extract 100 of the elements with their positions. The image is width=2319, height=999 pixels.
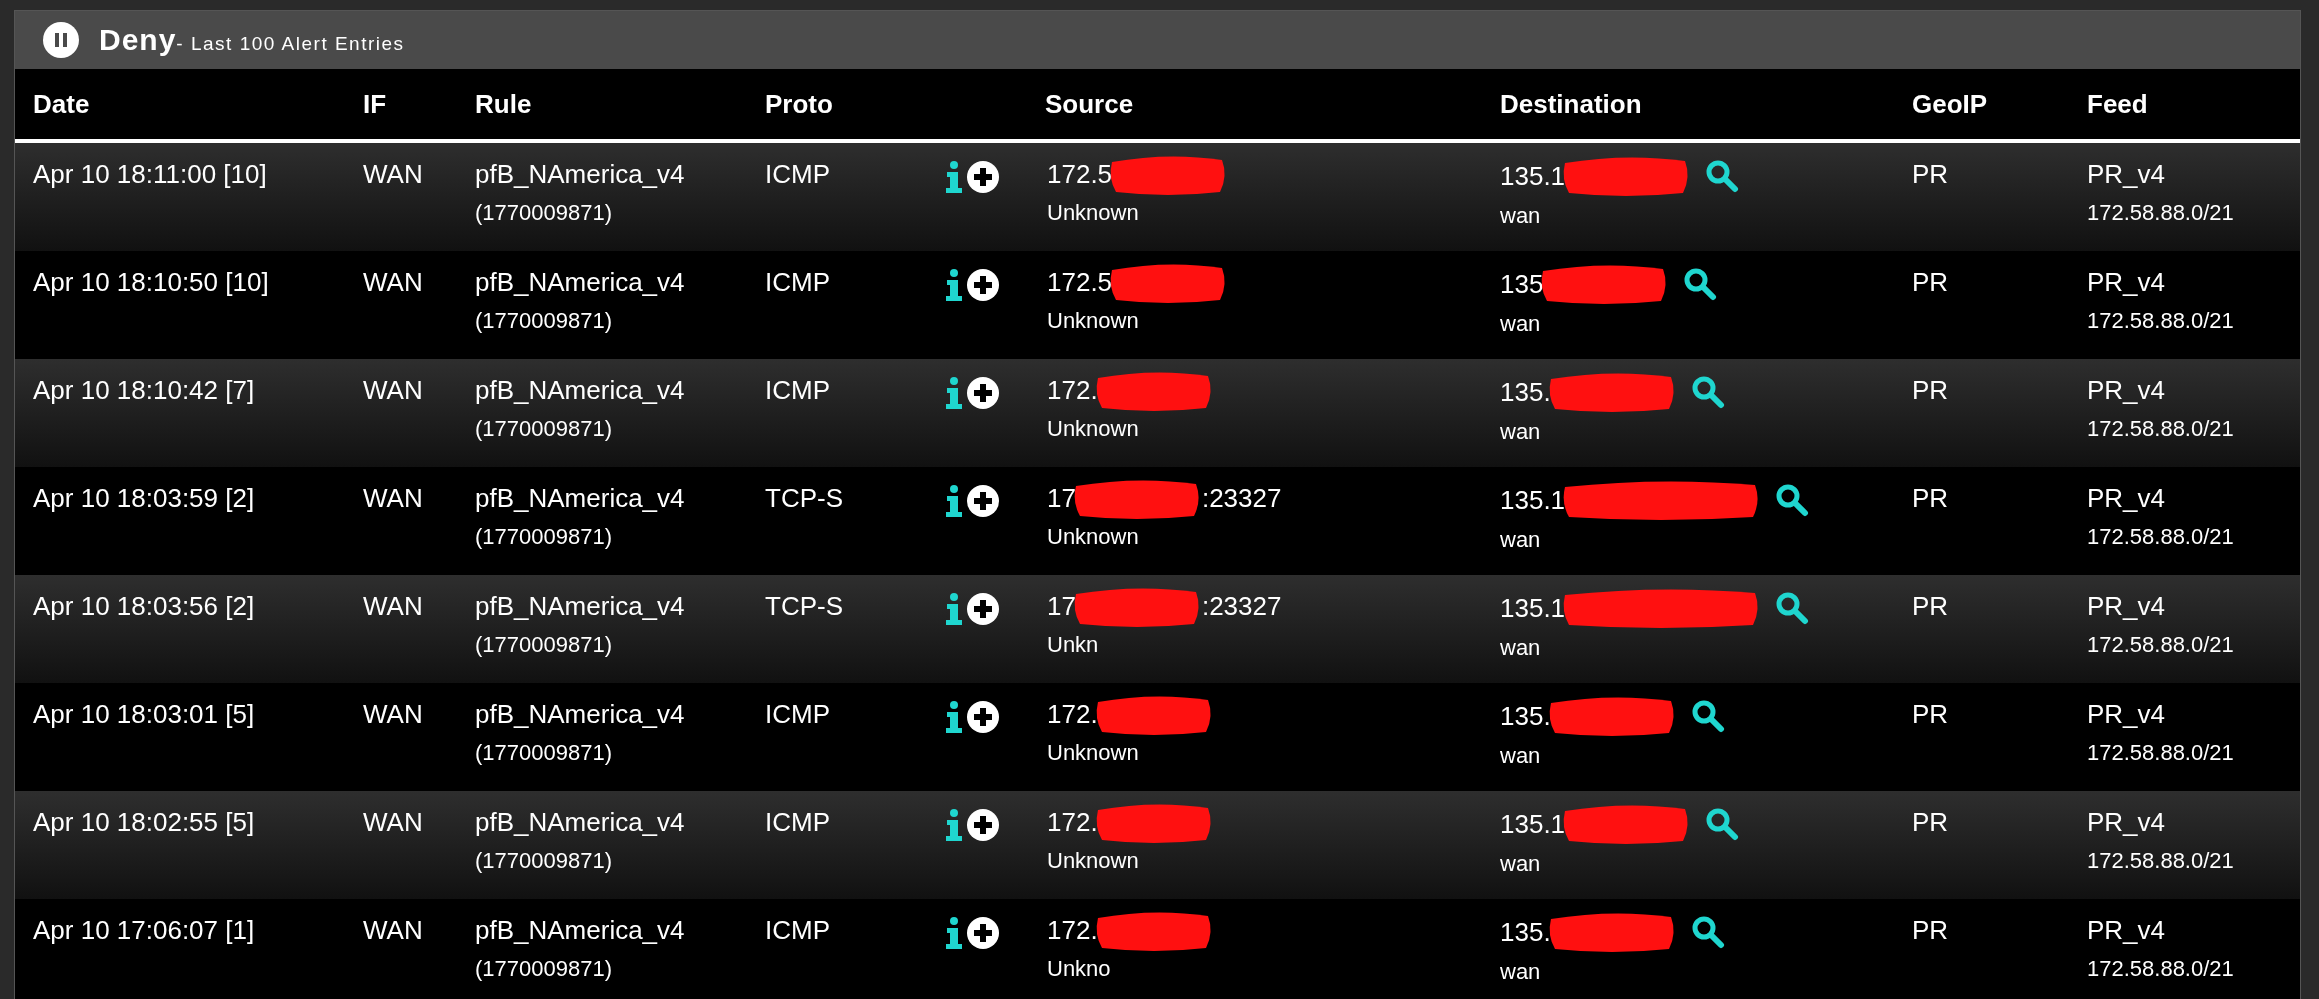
add-icon[interactable] xyxy=(967,917,999,949)
search-icon[interactable] xyxy=(1705,159,1740,193)
info-icon[interactable] xyxy=(945,593,963,625)
ip-address: 135. xyxy=(1500,376,1551,408)
feed-name: PR_v4 xyxy=(2087,375,2167,406)
rule-name: pfB_NAmerica_v4 xyxy=(475,483,686,514)
geoip-cell-text: PR xyxy=(1912,699,1950,730)
column-header: Date xyxy=(33,88,91,120)
info-icon[interactable] xyxy=(945,377,963,409)
date-cell-text: Apr 10 18:03:56 [2] xyxy=(33,591,256,622)
pause-icon[interactable] xyxy=(43,22,79,58)
protocol-cell-text: TCP-S xyxy=(765,483,844,514)
source-host: Unknown xyxy=(1047,200,1140,226)
interface-cell-text: WAN xyxy=(363,375,424,406)
protocol-cell-text: ICMP xyxy=(765,267,831,298)
column-header: Source xyxy=(1045,88,1135,120)
rule-name: pfB_NAmerica_v4 xyxy=(475,591,686,622)
ip-address: 172. xyxy=(1047,807,1098,838)
rule-id: (1770009871) xyxy=(475,200,613,226)
source-host: Unkno xyxy=(1047,956,1112,982)
info-icon[interactable] xyxy=(945,701,963,733)
info-icon[interactable] xyxy=(945,485,963,517)
rule-name: pfB_NAmerica_v4 xyxy=(475,375,686,406)
interface-cell-text: WAN xyxy=(363,807,424,838)
ip-address: 172.5 xyxy=(1047,159,1113,190)
add-icon[interactable] xyxy=(967,809,999,841)
search-icon[interactable] xyxy=(1683,267,1718,301)
info-icon[interactable] xyxy=(945,161,963,193)
date-cell-text: Apr 10 18:03:59 [2] xyxy=(33,483,256,514)
protocol-cell-text: TCP-S xyxy=(765,591,844,622)
rule-name: pfB_NAmerica_v4 xyxy=(475,699,686,730)
interface-cell-text: WAN xyxy=(363,915,424,946)
search-icon[interactable] xyxy=(1775,483,1810,517)
interface-name: wan xyxy=(1500,527,1542,553)
search-icon[interactable] xyxy=(1775,591,1810,625)
add-icon[interactable] xyxy=(967,593,999,625)
column-header: Destination xyxy=(1500,88,1643,120)
ip-address: 172. xyxy=(1047,915,1098,946)
rule-id: (1770009871) xyxy=(475,632,613,658)
interface-cell-text: WAN xyxy=(363,159,424,190)
rule-id: (1770009871) xyxy=(475,308,613,334)
protocol-cell-text: ICMP xyxy=(765,159,831,190)
geoip-cell-text: PR xyxy=(1912,915,1950,946)
panel-title: Deny- Last 100 Alert Entries xyxy=(99,23,405,57)
add-icon[interactable] xyxy=(967,161,999,193)
ip-address: 135. xyxy=(1500,700,1551,732)
date-cell-text: Apr 10 17:06:07 [1] xyxy=(33,915,256,946)
column-header: Feed xyxy=(2087,88,2149,120)
ip-address: 17 xyxy=(1047,591,1076,622)
search-icon[interactable] xyxy=(1690,915,1725,949)
date-cell-text: Apr 10 18:10:50 [10] xyxy=(33,267,270,298)
source-host: Unknown xyxy=(1047,524,1140,550)
feed-name: PR_v4 xyxy=(2087,915,2167,946)
rule-name: pfB_NAmerica_v4 xyxy=(475,159,686,190)
interface-cell-text: WAN xyxy=(363,699,424,730)
ip-address: 17 xyxy=(1047,483,1076,514)
feed-range: 172.58.88.0/21 xyxy=(2087,308,2235,334)
rule-id: (1770009871) xyxy=(475,416,613,442)
source-host: Unknown xyxy=(1047,740,1140,766)
add-icon[interactable] xyxy=(967,269,999,301)
date-cell-text: Apr 10 18:03:01 [5] xyxy=(33,699,256,730)
interface-name: wan xyxy=(1500,743,1542,769)
port-number: :23327 xyxy=(1201,483,1282,514)
interface-name: wan xyxy=(1500,959,1542,985)
source-host: Unknown xyxy=(1047,416,1140,442)
feed-range: 172.58.88.0/21 xyxy=(2087,416,2235,442)
rule-name: pfB_NAmerica_v4 xyxy=(475,915,686,946)
add-icon[interactable] xyxy=(967,485,999,517)
info-icon[interactable] xyxy=(945,269,963,301)
feed-name: PR_v4 xyxy=(2087,699,2167,730)
geoip-cell-text: PR xyxy=(1912,807,1950,838)
rule-id: (1770009871) xyxy=(475,524,613,550)
feed-range: 172.58.88.0/21 xyxy=(2087,956,2235,982)
ip-address: 135.1 xyxy=(1500,592,1566,624)
add-icon[interactable] xyxy=(967,701,999,733)
search-icon[interactable] xyxy=(1705,807,1740,841)
search-icon[interactable] xyxy=(1690,699,1725,733)
ip-address: 135 xyxy=(1500,268,1544,300)
search-icon[interactable] xyxy=(1690,375,1725,409)
geoip-cell-text: PR xyxy=(1912,267,1950,298)
ip-address: 135.1 xyxy=(1500,160,1566,192)
date-cell-text: Apr 10 18:10:42 [7] xyxy=(33,375,256,406)
column-header: IF xyxy=(363,88,388,120)
add-icon[interactable] xyxy=(967,377,999,409)
source-host: Unknown xyxy=(1047,308,1140,334)
info-icon[interactable] xyxy=(945,917,963,949)
rule-id: (1770009871) xyxy=(475,956,613,982)
column-header: Proto xyxy=(765,88,834,120)
interface-name: wan xyxy=(1500,311,1542,337)
protocol-cell-text: ICMP xyxy=(765,699,831,730)
feed-name: PR_v4 xyxy=(2087,807,2167,838)
source-host: Unkn xyxy=(1047,632,1100,658)
ip-address: 172. xyxy=(1047,375,1098,406)
feed-range: 172.58.88.0/21 xyxy=(2087,524,2235,550)
feed-name: PR_v4 xyxy=(2087,591,2167,622)
geoip-cell-text: PR xyxy=(1912,483,1950,514)
info-icon[interactable] xyxy=(945,809,963,841)
ip-address: 135. xyxy=(1500,916,1551,948)
feed-range: 172.58.88.0/21 xyxy=(2087,632,2235,658)
date-cell-text: Apr 10 18:11:00 [10] xyxy=(33,159,268,190)
